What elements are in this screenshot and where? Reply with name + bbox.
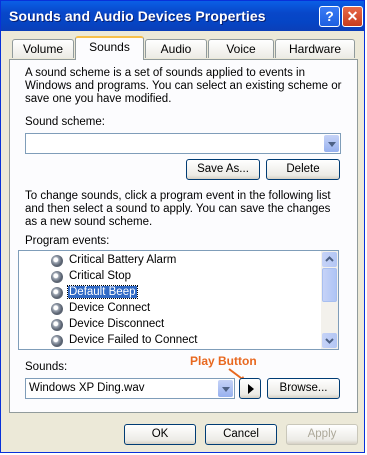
- title-bar[interactable]: Sounds and Audio Devices Properties ? ✕: [1, 1, 364, 31]
- speaker-icon: [51, 303, 63, 315]
- cancel-button[interactable]: Cancel: [205, 424, 277, 445]
- list-item[interactable]: Device Connect: [19, 301, 322, 317]
- program-events-label: Program events:: [25, 235, 110, 247]
- sounds-label: Sounds:: [25, 361, 68, 373]
- speaker-icon: [51, 335, 63, 347]
- apply-button[interactable]: Apply: [286, 424, 358, 445]
- list-item[interactable]: Critical Battery Alarm: [19, 253, 322, 269]
- browse-button[interactable]: Browse...: [267, 378, 340, 399]
- tab-audio[interactable]: Audio: [145, 39, 207, 58]
- sound-file-select[interactable]: Windows XP Ding.wav: [25, 378, 235, 399]
- events-description: To change sounds, click a program event …: [25, 190, 331, 228]
- sound-scheme-select[interactable]: [25, 133, 341, 154]
- scroll-up-icon[interactable]: [322, 252, 337, 267]
- play-button[interactable]: [239, 378, 261, 399]
- delete-button[interactable]: Delete: [266, 159, 340, 180]
- list-item[interactable]: Device Failed to Connect: [19, 333, 322, 349]
- speaker-icon: [51, 319, 63, 331]
- scroll-down-icon[interactable]: [322, 333, 337, 348]
- scroll-thumb[interactable]: [322, 268, 337, 302]
- close-button[interactable]: ✕: [342, 6, 363, 27]
- list-item[interactable]: Critical Stop: [19, 269, 322, 285]
- program-events-list[interactable]: Critical Battery Alarm Critical Stop Def…: [18, 250, 339, 350]
- scheme-description: A sound scheme is a set of sounds applie…: [25, 67, 342, 105]
- help-button[interactable]: ?: [319, 6, 340, 27]
- save-as-button[interactable]: Save As...: [186, 159, 260, 180]
- window-title: Sounds and Audio Devices Properties: [9, 8, 266, 24]
- tab-hardware[interactable]: Hardware: [275, 39, 355, 58]
- play-button-annotation: Play Button: [190, 354, 257, 368]
- chevron-down-icon[interactable]: [218, 380, 233, 397]
- sound-scheme-label: Sound scheme:: [25, 116, 105, 128]
- tab-sounds[interactable]: Sounds: [75, 36, 144, 60]
- tab-strip: Volume Sounds Audio Voice Hardware: [9, 36, 359, 60]
- chevron-down-icon[interactable]: [324, 135, 339, 152]
- speaker-icon: [51, 271, 63, 283]
- list-item[interactable]: Device Disconnect: [19, 317, 322, 333]
- speaker-icon: [51, 287, 63, 299]
- speaker-icon: [51, 255, 63, 267]
- list-item-selected[interactable]: Default Beep: [19, 285, 322, 301]
- tab-volume[interactable]: Volume: [12, 39, 74, 58]
- sounds-properties-window: Sounds and Audio Devices Properties ? ✕ …: [0, 0, 365, 453]
- sound-file-value: Windows XP Ding.wav: [29, 382, 145, 394]
- events-scrollbar[interactable]: [321, 251, 338, 349]
- tab-voice[interactable]: Voice: [208, 39, 274, 58]
- ok-button[interactable]: OK: [124, 424, 196, 445]
